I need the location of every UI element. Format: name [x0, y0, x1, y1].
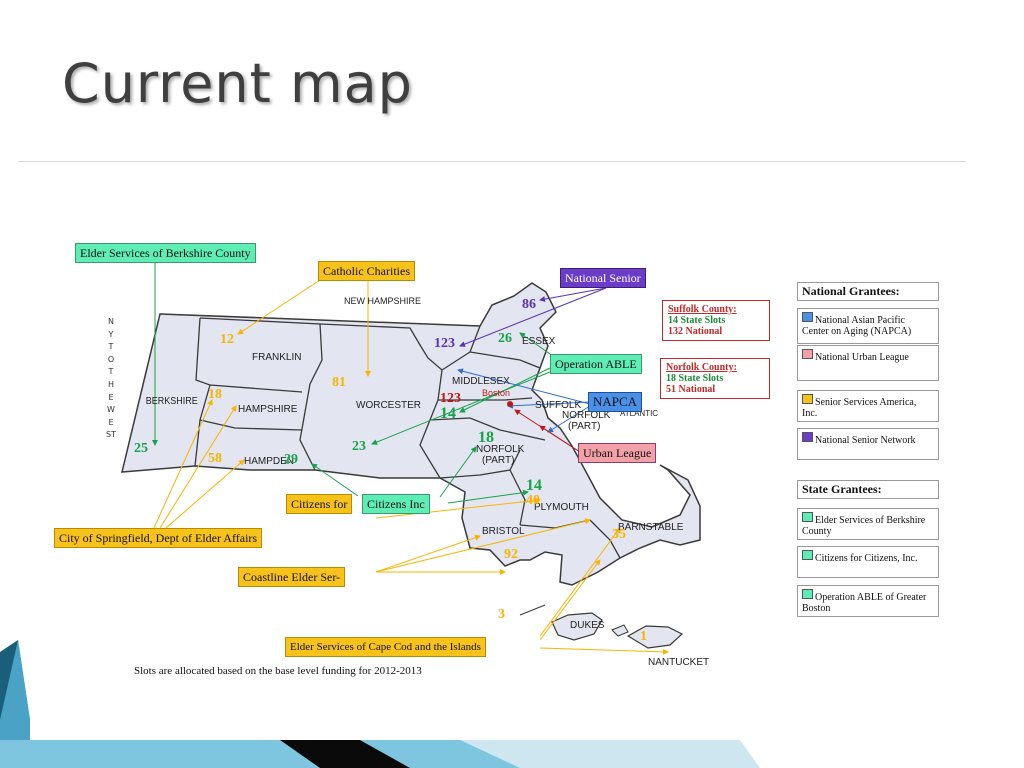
- label-citizens-for: Citizens for: [286, 494, 353, 514]
- suffolk-national-slots: 132 National: [668, 326, 723, 337]
- elizabeth-islands: [519, 604, 546, 616]
- num-essex-26: 26: [498, 331, 512, 346]
- legend-item-operation-able: Operation ABLE of Greater Boston: [797, 585, 939, 617]
- county-worcester: WORCESTER: [356, 400, 421, 411]
- label-city-of-springfield: City of Springfield, Dept of Elder Affai…: [54, 528, 263, 548]
- county-middlesex: MIDDLESEX: [452, 376, 510, 387]
- num-bristol: 92: [504, 547, 518, 562]
- place-boston: Boston: [482, 388, 510, 398]
- legend-swatch: [802, 432, 813, 442]
- place-new-hampshire: NEW HAMPSHIRE: [344, 296, 421, 306]
- num-hampshire: 18: [208, 387, 222, 402]
- num-worcester-23: 23: [352, 439, 366, 454]
- legend-item-berkshire: Elder Services of Berkshire County: [797, 508, 939, 540]
- legend-text: National Asian Pacific Center on Aging (…: [802, 315, 912, 337]
- arrow-coast-1: [375, 534, 481, 573]
- legend-national-heading: National Grantees:: [797, 282, 939, 301]
- legend-item-citizens: Citizens for Citizens, Inc.: [797, 546, 939, 578]
- num-plymouth-14: 14: [526, 477, 542, 494]
- arrow-spring-hampden: [165, 459, 245, 529]
- suffolk-heading: Suffolk County:: [668, 304, 737, 315]
- label-national-senior: National Senior: [560, 268, 646, 288]
- label-elder-services-cape-cod: Elder Services of Cape Cod and the Islan…: [285, 637, 486, 657]
- massachusetts-map: BERKSHIRE FRANKLIN HAMPSHIRE HAMPDEN WOR…: [0, 262, 760, 768]
- county-plymouth: PLYMOUTH: [534, 502, 589, 513]
- norfolk-heading: Norfolk County:: [666, 362, 737, 373]
- num-hampden-29: 29: [284, 452, 298, 467]
- num-middlesex-123-red: 123: [440, 391, 461, 406]
- num-middlesex-123-purple: 123: [434, 336, 455, 351]
- num-nantucket: 1: [640, 629, 647, 644]
- county-berkshire: BERKSHIRE: [146, 396, 198, 408]
- island-nantucket: [626, 625, 684, 649]
- legend-text: Citizens for Citizens, Inc.: [815, 553, 918, 564]
- num-essex-86: 86: [522, 297, 536, 312]
- legend-item-urban-league: National Urban League: [797, 345, 939, 381]
- label-citizens-inc: Citizens Inc: [362, 494, 430, 514]
- legend-swatch: [802, 312, 813, 322]
- legend-item-napca: National Asian Pacific Center on Aging (…: [797, 308, 939, 344]
- legend-text: Elder Services of Berkshire County: [802, 515, 926, 537]
- legend-text: Senior Services America, Inc.: [802, 397, 917, 419]
- legend-swatch: [802, 589, 813, 599]
- county-norfolk-top: NORFOLK (PART): [562, 410, 611, 432]
- county-nantucket: NANTUCKET: [648, 657, 709, 668]
- legend-swatch: [802, 349, 813, 359]
- legend-state-heading: State Grantees:: [797, 480, 939, 499]
- county-barnstable: BARNSTABLE: [618, 522, 684, 533]
- norfolk-national-slots: 51 National: [666, 384, 716, 395]
- suffolk-info-box: Suffolk County: 14 State Slots 132 Natio…: [662, 300, 770, 341]
- county-bristol: BRISTOL: [482, 526, 525, 537]
- footnote: Slots are allocated based on the base le…: [134, 665, 422, 677]
- legend-item-national-senior: National Senior Network: [797, 428, 939, 460]
- legend-swatch: [802, 512, 813, 522]
- num-hampden-58: 58: [208, 451, 222, 466]
- num-norfolk-18: 18: [478, 429, 494, 446]
- num-franklin: 12: [220, 332, 234, 347]
- legend-text: National Urban League: [815, 352, 909, 363]
- county-dukes: DUKES: [570, 620, 605, 631]
- label-coastline-elder: Coastline Elder Ser-: [238, 567, 346, 587]
- legend-swatch: [802, 394, 813, 404]
- label-operation-able: Operation ABLE: [550, 354, 642, 374]
- label-napca: NAPCA: [588, 392, 643, 412]
- label-urban-league: Urban League: [578, 443, 657, 463]
- county-franklin: FRANKLIN: [252, 352, 301, 363]
- label-elder-services-berkshire: Elder Services of Berkshire County: [75, 243, 256, 263]
- num-dukes: 3: [498, 607, 505, 622]
- norfolk-state-slots: 18 State Slots: [666, 373, 724, 384]
- county-essex: ESSEX: [522, 336, 556, 347]
- legend-text: Operation ABLE of Greater Boston: [802, 592, 927, 614]
- county-hampshire: HAMPSHIRE: [238, 404, 298, 415]
- arrow-cape-nantucket: [539, 647, 669, 655]
- island-small: [611, 624, 629, 637]
- norfolk-info-box: Norfolk County: 18 State Slots 51 Nation…: [660, 358, 770, 399]
- label-catholic-charities: Catholic Charities: [318, 261, 415, 281]
- num-plymouth-40: 40: [526, 493, 540, 508]
- boston-marker: [507, 401, 513, 407]
- legend-swatch: [802, 550, 813, 560]
- num-worcester-81: 81: [332, 375, 346, 390]
- num-middlesex-14: 14: [440, 405, 456, 422]
- num-berkshire: 25: [134, 441, 148, 456]
- legend-item-senior-services: Senior Services America, Inc.: [797, 390, 939, 422]
- arrow-national-senior-86: [539, 287, 607, 303]
- legend-text: National Senior Network: [815, 435, 916, 446]
- suffolk-state-slots: 14 State Slots: [668, 315, 726, 326]
- num-barnstable: 35: [612, 527, 626, 542]
